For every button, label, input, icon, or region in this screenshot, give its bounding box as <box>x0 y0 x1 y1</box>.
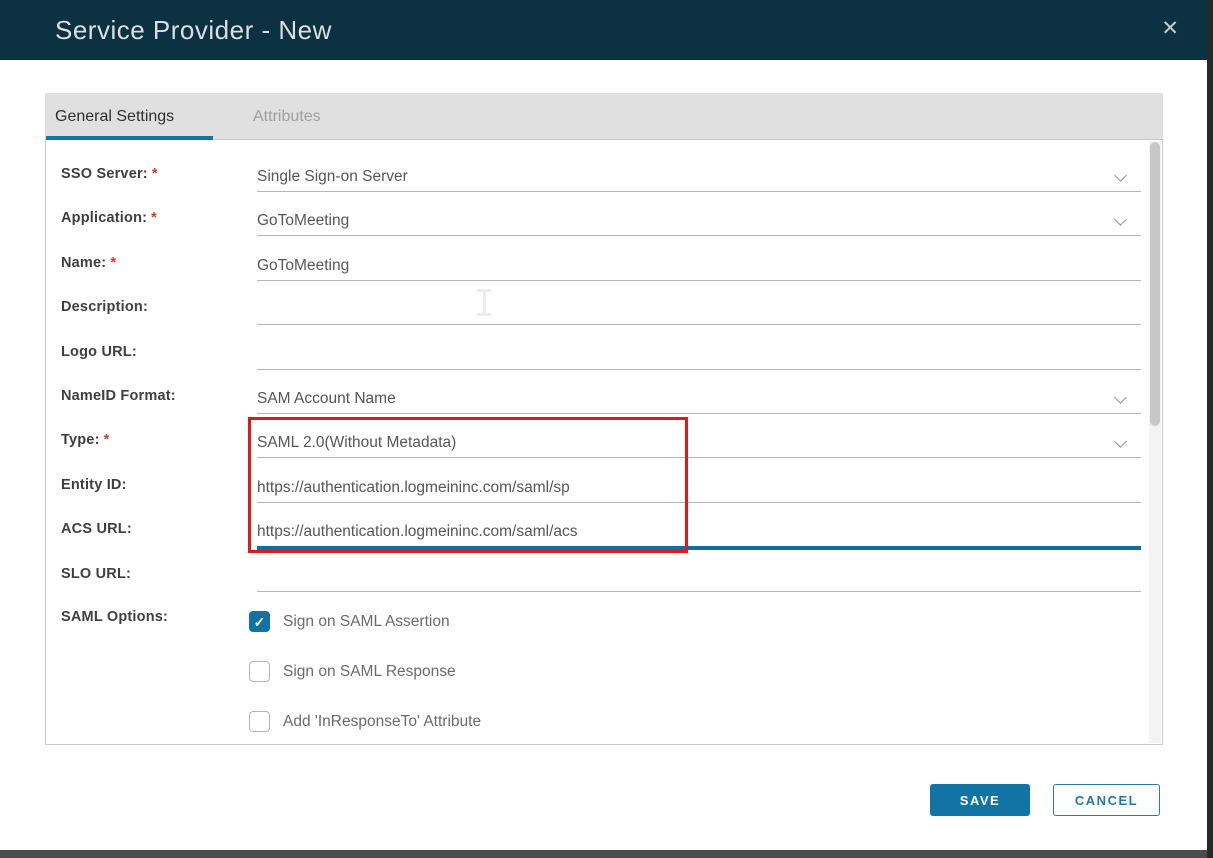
checkbox-unchecked-sign-on-saml-response[interactable] <box>249 661 270 682</box>
saml-options-label: SAML Options: <box>61 609 168 625</box>
window-right-edge <box>1207 0 1213 858</box>
field-label: SLO URL: <box>61 566 251 582</box>
required-asterisk: * <box>152 166 158 182</box>
required-asterisk: * <box>151 210 157 226</box>
chevron-down-icon[interactable] <box>1114 436 1127 449</box>
chevron-down-icon[interactable] <box>1114 214 1127 227</box>
input-name[interactable]: GoToMeeting <box>257 253 1141 281</box>
field-label: Entity ID: <box>61 477 251 493</box>
cancel-button[interactable]: CANCEL <box>1053 784 1160 816</box>
required-asterisk: * <box>110 255 116 271</box>
field-row-nameid-format: NameID Format: SAM Account Name <box>46 386 1146 414</box>
scrollbar-thumb[interactable] <box>1150 142 1160 426</box>
checkbox-unchecked-add-inresponseto-attribute[interactable] <box>249 711 270 732</box>
dropdown-application[interactable]: GoToMeeting <box>257 208 1141 236</box>
dropdown-type[interactable]: SAML 2.0(Without Metadata) <box>257 430 1141 458</box>
close-icon[interactable]: ✕ <box>1161 0 1179 58</box>
checkbox-label[interactable]: Add 'InResponseTo' Attribute <box>283 711 481 733</box>
dropdown-sso-server[interactable]: Single Sign-on Server <box>257 164 1141 192</box>
checkbox-label[interactable]: Sign on SAML Assertion <box>283 611 450 633</box>
field-row-name: Name:* GoToMeeting <box>46 253 1146 281</box>
field-label: ACS URL: <box>61 521 251 537</box>
tab-general-settings[interactable]: General Settings <box>55 93 174 140</box>
field-label: Application:* <box>61 210 251 226</box>
field-row-sso-server: SSO Server:* Single Sign-on Server <box>46 164 1146 192</box>
checkbox-label[interactable]: Sign on SAML Response <box>283 661 456 683</box>
field-label: NameID Format: <box>61 388 251 404</box>
save-button[interactable]: SAVE <box>930 784 1030 816</box>
field-label: Logo URL: <box>61 344 251 360</box>
required-asterisk: * <box>104 432 110 448</box>
field-label: SSO Server:* <box>61 166 251 182</box>
input-description[interactable] <box>257 297 1141 325</box>
service-provider-modal: Service Provider - New ✕ General Setting… <box>0 0 1213 858</box>
input-slo-url[interactable] <box>257 564 1141 592</box>
checkbox-checked-sign-on-saml-assertion[interactable]: ✓ <box>249 611 270 632</box>
input-acs-url[interactable]: https://authentication.logmeininc.com/sa… <box>257 519 1141 550</box>
active-tab-underline <box>46 136 213 140</box>
modal-title: Service Provider - New <box>55 0 332 60</box>
field-label: Name:* <box>61 255 251 271</box>
tab-attributes[interactable]: Attributes <box>253 93 321 140</box>
chevron-down-icon[interactable] <box>1114 169 1127 182</box>
tab-bar: General Settings Attributes <box>45 93 1163 140</box>
field-label: Description: <box>61 299 251 315</box>
window-bottom-edge <box>0 850 1213 858</box>
field-row-application: Application:* GoToMeeting <box>46 208 1146 236</box>
dropdown-nameid-format[interactable]: SAM Account Name <box>257 386 1141 414</box>
field-row-slo-url: SLO URL: <box>46 564 1146 592</box>
field-row-description: Description: <box>46 297 1146 325</box>
input-logo-url[interactable] <box>257 342 1141 370</box>
modal-header: Service Provider - New ✕ <box>0 0 1207 60</box>
field-row-acs-url: ACS URL: https://authentication.logmeinin… <box>46 519 1146 547</box>
field-row-logo-url: Logo URL: <box>46 342 1146 370</box>
input-entity-id[interactable]: https://authentication.logmeininc.com/sa… <box>257 475 1141 503</box>
field-row-entity-id: Entity ID: https://authentication.logmein… <box>46 475 1146 503</box>
field-label: Type:* <box>61 432 251 448</box>
chevron-down-icon[interactable] <box>1114 391 1127 404</box>
general-settings-panel: SSO Server:* Single Sign-on Server Applica… <box>45 140 1163 745</box>
field-row-type: Type:* SAML 2.0(Without Metadata) <box>46 430 1146 458</box>
vertical-scrollbar[interactable] <box>1149 141 1161 743</box>
